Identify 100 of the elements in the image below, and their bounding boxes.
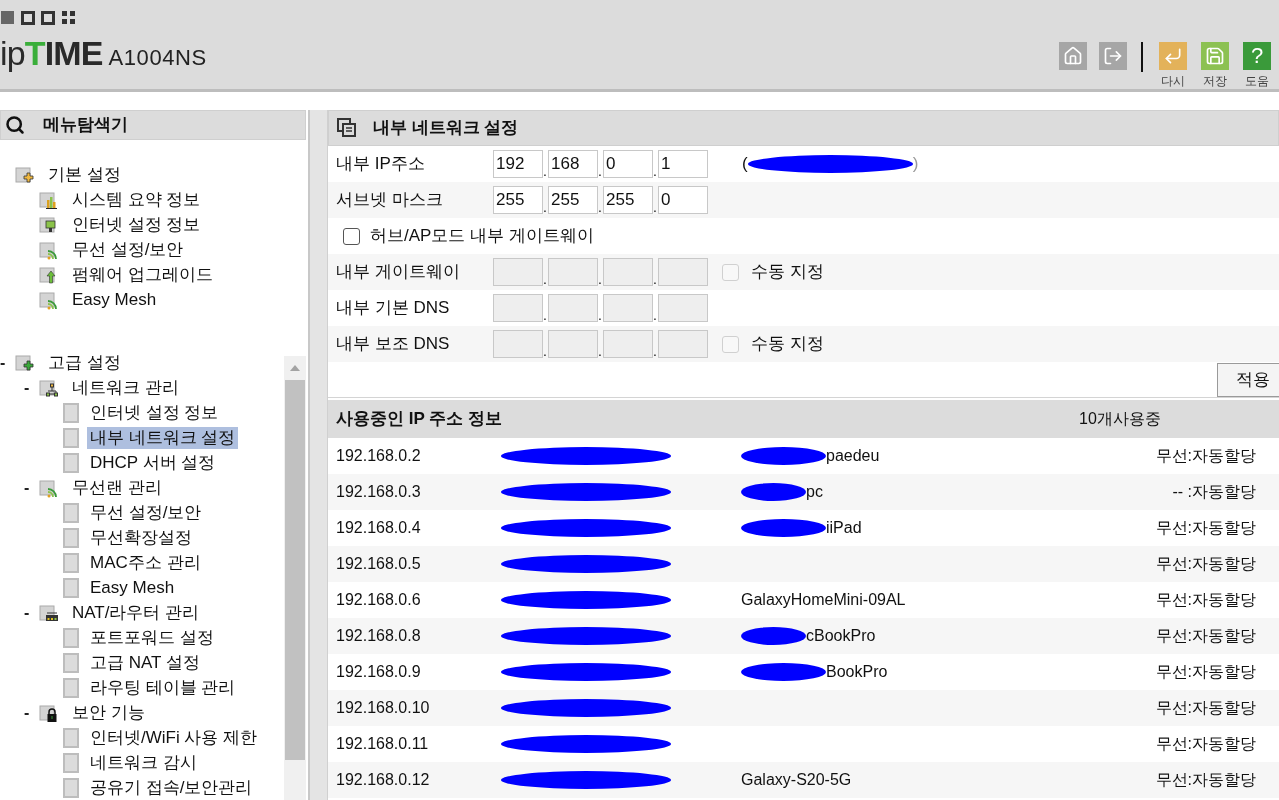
ip-cell-text: 192.168.0.8: [336, 626, 422, 646]
tree-item[interactable]: Easy Mesh: [87, 576, 178, 599]
ip-cell-text: 192.168.0.3: [336, 482, 422, 502]
octet-field[interactable]: 0: [658, 186, 708, 214]
ip-cell-text: 192.168.0.10: [336, 698, 431, 718]
scroll-up-icon[interactable]: [290, 364, 300, 372]
tree-item[interactable]: 라우팅 테이블 관리: [87, 676, 239, 699]
device-name: iiPad: [826, 518, 862, 538]
tree-item[interactable]: Easy Mesh: [69, 288, 160, 311]
page-icon: [63, 777, 79, 798]
tree-item[interactable]: 무선확장설정: [87, 526, 195, 549]
collapse-toggle[interactable]: -: [24, 379, 30, 396]
apply-button[interactable]: 적용: [1217, 362, 1279, 397]
octet-field[interactable]: 1: [658, 150, 708, 178]
dot-separator: .: [543, 200, 548, 214]
tree-item[interactable]: 인터넷/WiFi 사용 제한: [87, 726, 261, 749]
action-label[interactable]: 도움: [1245, 72, 1269, 90]
return-icon[interactable]: [1159, 42, 1187, 70]
tree-item[interactable]: 무선랜 관리: [69, 476, 165, 499]
tree-item[interactable]: MAC주소 관리: [87, 551, 204, 574]
floppy-icon[interactable]: [1201, 42, 1229, 70]
ip-cell-text: 192.168.0.9: [336, 662, 422, 682]
tree-item[interactable]: 기본 설정: [45, 163, 124, 186]
action-label[interactable]: 저장: [1203, 72, 1227, 90]
assign-type: 무선:자동할당: [1154, 734, 1256, 754]
page-icon: [63, 627, 79, 648]
assign-type: 무선:자동할당: [1154, 770, 1256, 790]
tree-item[interactable]: 보안 기능: [69, 701, 148, 724]
home-icon[interactable]: [1059, 42, 1087, 70]
page-icon: [63, 452, 79, 473]
checkbox[interactable]: [343, 227, 360, 245]
ip-cell-text: 192.168.0.2: [336, 446, 422, 466]
octet-field[interactable]: 192: [493, 150, 543, 178]
ip-cell-text: 192.168.0.11: [336, 734, 430, 754]
tree-item[interactable]: 인터넷 설정 정보: [87, 401, 222, 424]
scrollbar-thumb[interactable]: [285, 380, 305, 760]
tree-item[interactable]: 무선 설정/보안: [69, 238, 187, 261]
tree-item[interactable]: 네트워크 관리: [69, 376, 182, 399]
tree-item[interactable]: DHCP 서버 설정: [87, 451, 219, 474]
page-icon: [63, 652, 79, 673]
field-label: 내부 IP주소: [336, 153, 426, 176]
page-icon: [63, 402, 79, 423]
octet-field[interactable]: 255: [493, 186, 543, 214]
exit-icon[interactable]: [1099, 42, 1127, 70]
sidebar-title: 메뉴탐색기: [43, 114, 128, 137]
router-icon: [39, 602, 61, 623]
tree-item[interactable]: 무선 설정/보안: [87, 501, 205, 524]
tree-item[interactable]: 펌웨어 업그레이드: [69, 263, 216, 286]
dot-separator: .: [653, 308, 658, 322]
windows-icon: [337, 118, 357, 138]
dot-separator: .: [598, 344, 603, 358]
tree-item[interactable]: 내부 네트워크 설정: [87, 426, 239, 449]
tree-item[interactable]: 고급 설정: [45, 351, 124, 374]
tree-item[interactable]: 포트포워드 설정: [87, 626, 217, 649]
field-label: 서브넷 마스크: [336, 189, 444, 212]
octet-field[interactable]: 0: [603, 150, 653, 178]
device-name: paedeu: [826, 446, 880, 466]
device-name: cBookPro: [806, 626, 876, 646]
device-name: GalaxyHomeMini-09AL: [741, 590, 906, 610]
collapse-toggle[interactable]: -: [24, 604, 30, 621]
model-name: A1004NS: [108, 47, 207, 69]
field-label: 내부 게이트웨이: [336, 261, 461, 284]
assign-type: 무선:자동할당: [1154, 518, 1256, 538]
ip-cell-text: 192.168.0.12: [336, 770, 431, 790]
tree-item[interactable]: 시스템 요약 정보: [69, 188, 204, 211]
tree-item[interactable]: NAT/라우터 관리: [69, 601, 203, 624]
collapse-toggle[interactable]: -: [0, 354, 6, 371]
octet-field[interactable]: 255: [603, 186, 653, 214]
octet-field[interactable]: 168: [548, 150, 598, 178]
redaction-mark: [741, 483, 806, 501]
assign-type: 무선:자동할당: [1154, 662, 1256, 682]
redaction-mark: [741, 627, 806, 645]
octet-field[interactable]: 255: [548, 186, 598, 214]
folder-plus-icon: [15, 164, 37, 185]
tree-item[interactable]: 공유기 접속/보안관리: [87, 776, 256, 799]
page-icon: [63, 552, 79, 573]
collapse-toggle[interactable]: -: [24, 479, 30, 496]
dot-separator: .: [653, 200, 658, 214]
section-title: 내부 네트워크 설정: [373, 117, 519, 140]
collapse-toggle[interactable]: -: [24, 704, 30, 721]
tree-item[interactable]: 네트워크 감시: [87, 751, 200, 774]
usage-count: 10개사용중: [1079, 409, 1161, 429]
assign-type: 무선:자동할당: [1154, 590, 1256, 610]
action-label[interactable]: 다시: [1161, 72, 1185, 90]
device-name: BookPro: [826, 662, 888, 682]
dot-separator: .: [543, 308, 548, 322]
tree-item[interactable]: 고급 NAT 설정: [87, 651, 203, 674]
assign-type: 무선:자동할당: [1154, 698, 1256, 718]
assign-type: -- :자동할당: [1171, 482, 1256, 502]
checkbox-label: 수동 지정: [751, 333, 824, 356]
tree-item[interactable]: 인터넷 설정 정보: [69, 213, 204, 236]
page-icon: [63, 577, 79, 598]
help-icon[interactable]: ?: [1243, 42, 1271, 70]
dot-separator: .: [598, 272, 603, 286]
dot-separator: .: [543, 164, 548, 178]
device-name: Galaxy-S20-5G: [741, 770, 852, 790]
assign-type: 무선:자동할당: [1154, 554, 1256, 574]
scrollbar[interactable]: [284, 356, 306, 800]
page-icon: [63, 727, 79, 748]
page-icon: [63, 752, 79, 773]
